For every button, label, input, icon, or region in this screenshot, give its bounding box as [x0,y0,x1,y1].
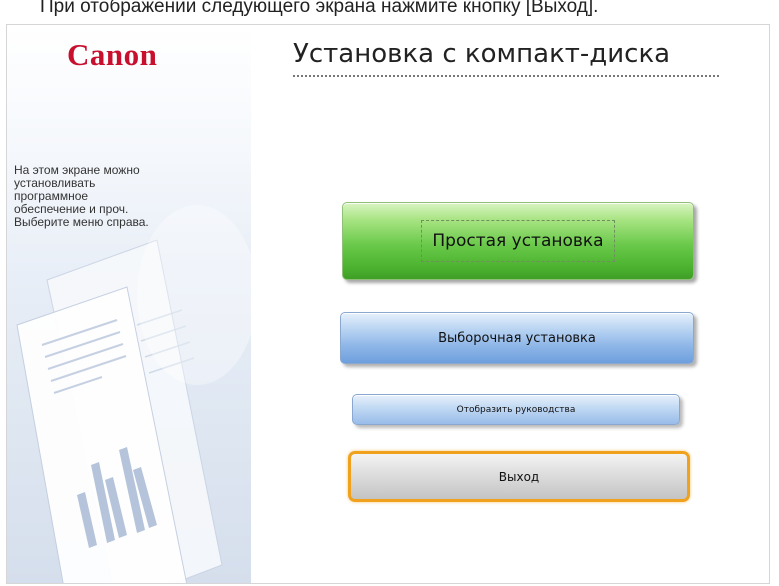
easy-install-button[interactable]: Простая установка [342,202,694,280]
custom-install-label: Выборочная установка [438,330,596,346]
instruction-text: При отображении следующего экрана нажмит… [40,0,599,17]
sidebar-text-line: Выберите меню справа. [14,215,149,229]
easy-install-label: Простая установка [421,220,615,262]
sidebar-description: На этом экране можно установливать прогр… [14,164,244,229]
screenshot-page: При отображении следующего экрана нажмит… [0,0,779,586]
display-manuals-label: Отобразить руководства [456,404,576,415]
canon-logo: Canon [67,37,158,72]
exit-label: Выход [498,469,540,484]
title-divider [293,75,719,77]
exit-button[interactable]: Выход [348,451,690,502]
sidebar-panel: На этом экране можно установливать прогр… [7,25,251,583]
document-illustration [16,205,251,583]
page-title: Установка с компакт-диска [293,39,671,69]
installer-window: На этом экране можно установливать прогр… [6,24,770,584]
custom-install-button[interactable]: Выборочная установка [340,312,694,364]
display-manuals-button[interactable]: Отобразить руководства [352,394,680,425]
